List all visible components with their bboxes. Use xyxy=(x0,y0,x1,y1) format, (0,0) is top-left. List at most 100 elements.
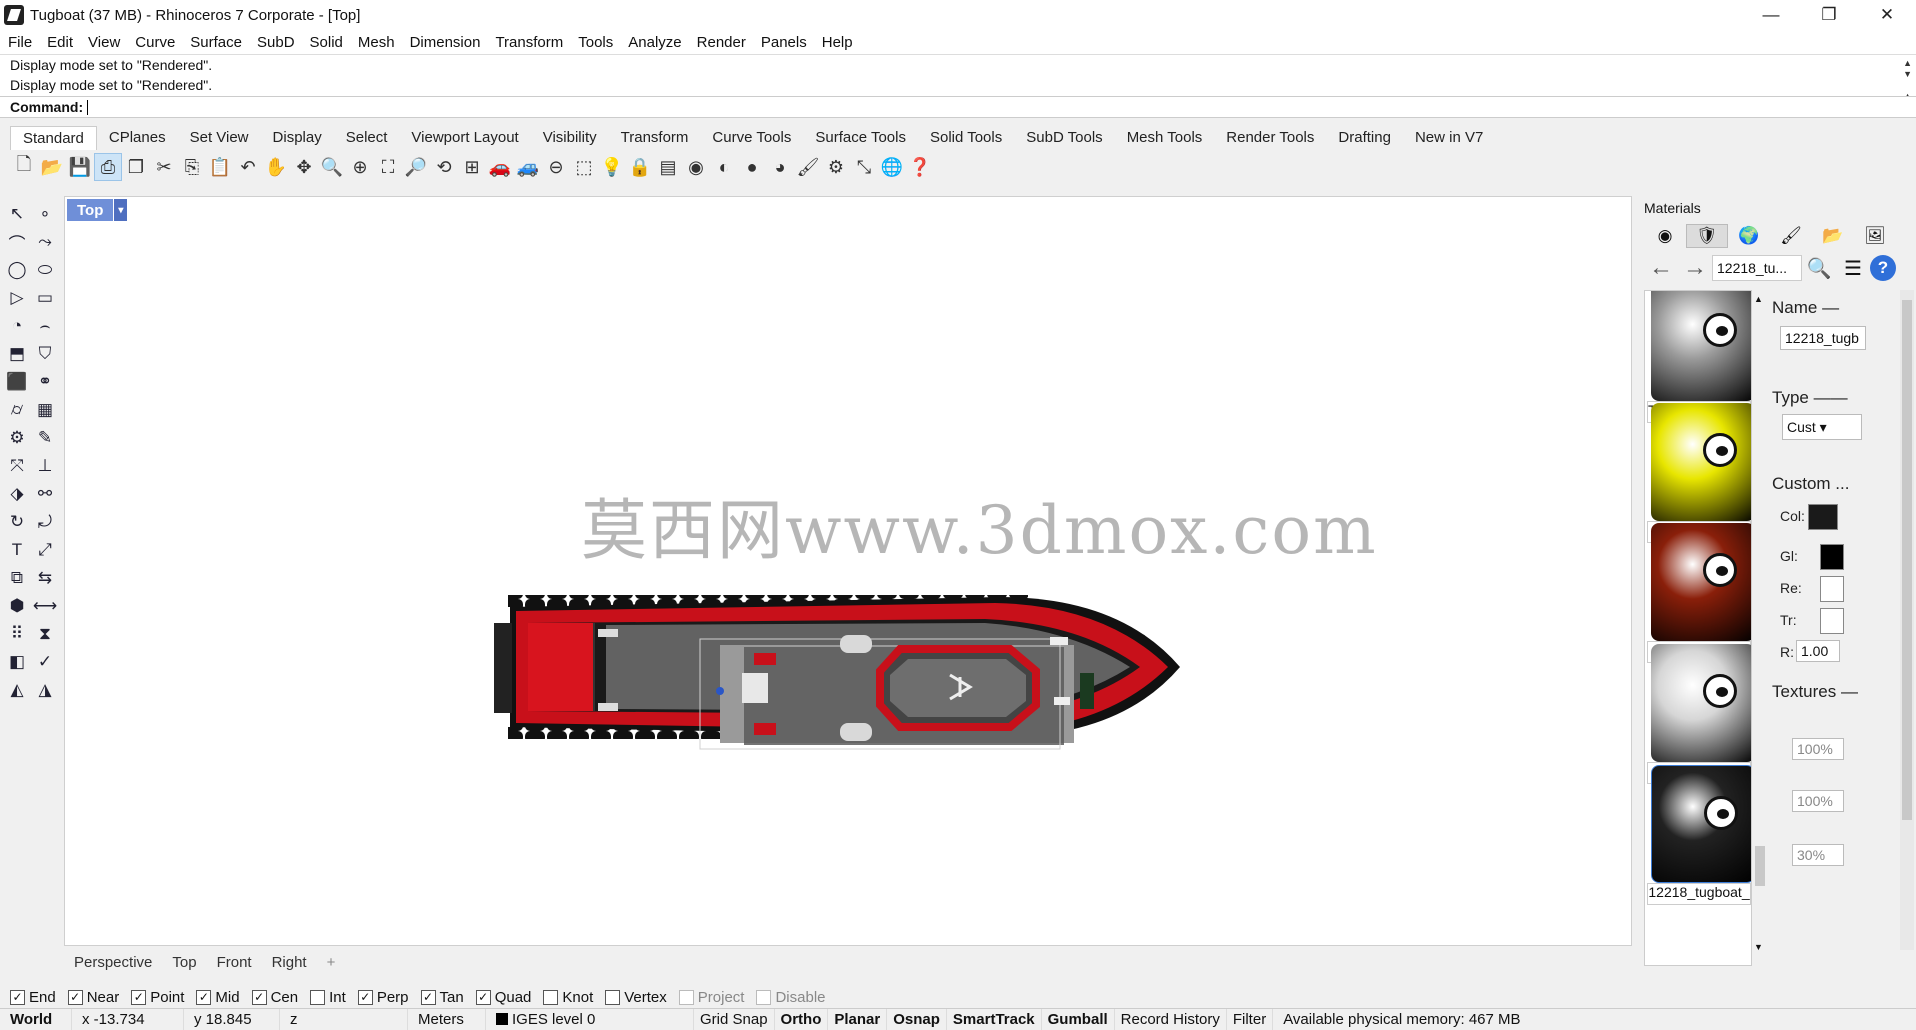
print-icon[interactable]: ⎙ xyxy=(94,153,122,181)
menu-file[interactable]: File xyxy=(8,34,32,51)
point-icon[interactable]: ∘ xyxy=(31,200,59,228)
circle-icon[interactable]: ◯ xyxy=(3,256,31,284)
toggle-grid-snap[interactable]: Grid Snap xyxy=(694,1008,775,1030)
zoom-window-icon[interactable]: ⊕ xyxy=(346,153,374,181)
libraries-tab-icon[interactable]: 📂 xyxy=(1812,224,1854,248)
tab-select[interactable]: Select xyxy=(334,126,400,150)
tab-standard[interactable]: Standard xyxy=(10,126,97,150)
environment-tab-icon[interactable]: 🌍 xyxy=(1728,224,1770,248)
tab-transform[interactable]: Transform xyxy=(609,126,701,150)
viewport-tab-front[interactable]: Front xyxy=(217,954,252,971)
forward-arrow-icon[interactable]: → xyxy=(1678,254,1712,282)
layer-indicator[interactable]: IGES level 0 xyxy=(486,1008,694,1030)
checkbox-icon[interactable] xyxy=(756,989,772,1005)
dimension-icon[interactable]: ⤡ xyxy=(850,153,878,181)
material-thumbnail[interactable]: 12218_tugboat_ xyxy=(1647,763,1751,908)
custom-section-header[interactable]: Custom ... xyxy=(1772,474,1849,494)
menu-transform[interactable]: Transform xyxy=(495,34,563,51)
menu-panels[interactable]: Panels xyxy=(761,34,807,51)
help-icon[interactable]: ❓ xyxy=(906,153,934,181)
analyze-icon[interactable]: ◧ xyxy=(3,648,31,676)
undo-view-icon[interactable]: ⟲ xyxy=(430,153,458,181)
scroll-down-icon[interactable]: ▼ xyxy=(1754,942,1763,952)
arc-icon[interactable]: ◔ xyxy=(3,312,31,340)
menu-icon[interactable]: ☰ xyxy=(1836,256,1870,281)
checkbox-icon[interactable]: ✓ xyxy=(10,989,25,1005)
lock-icon[interactable]: 🔒 xyxy=(626,153,654,181)
render-tool-icon[interactable]: ◭ xyxy=(3,676,31,704)
pan-icon[interactable]: ✋ xyxy=(262,153,290,181)
text-icon[interactable]: T xyxy=(3,536,31,564)
tab-visibility[interactable]: Visibility xyxy=(531,126,609,150)
material-sphere-icon[interactable]: ◕ xyxy=(766,153,794,181)
transparency-swatch[interactable] xyxy=(1820,608,1844,634)
viewport-title[interactable]: Top ▾ xyxy=(67,199,128,221)
command-line[interactable]: Command: xyxy=(0,96,1916,118)
osnap-tan[interactable]: ✓ Tan xyxy=(420,989,464,1006)
tab-curve-tools[interactable]: Curve Tools xyxy=(700,126,803,150)
cut-icon[interactable]: ✂ xyxy=(150,153,178,181)
menu-analyze[interactable]: Analyze xyxy=(628,34,681,51)
mirror-icon[interactable]: ⇆ xyxy=(31,564,59,592)
dimension-linear-icon[interactable]: ⟷ xyxy=(31,592,59,620)
render-settings-tab-icon[interactable]: ◉ xyxy=(1644,224,1686,248)
search-icon[interactable]: 🔍 xyxy=(1802,256,1836,281)
help-icon[interactable]: ? xyxy=(1870,255,1896,281)
box-icon[interactable]: ⬛ xyxy=(3,368,31,396)
undo-icon[interactable]: ↶ xyxy=(234,153,262,181)
render-window-tab-icon[interactable]: 🖼 xyxy=(1854,224,1896,248)
menu-dimension[interactable]: Dimension xyxy=(410,34,481,51)
minimize-button[interactable]: — xyxy=(1742,0,1800,30)
polyline-icon[interactable]: ⌒ xyxy=(3,228,31,256)
textures-section-header[interactable]: Textures — xyxy=(1772,682,1858,702)
pencil-icon[interactable]: ✎ xyxy=(31,424,59,452)
copy-to-clipboard-icon[interactable]: ❐ xyxy=(122,153,150,181)
toggle-gumball[interactable]: Gumball xyxy=(1042,1008,1115,1030)
checkbox-icon[interactable] xyxy=(543,989,559,1005)
checkbox-icon[interactable]: ✓ xyxy=(131,989,147,1005)
close-button[interactable]: ✕ xyxy=(1858,0,1916,30)
viewport-tab-top[interactable]: Top xyxy=(172,954,196,971)
globe-icon[interactable]: 🌐 xyxy=(878,153,906,181)
osnap-project[interactable]: Project xyxy=(678,989,744,1006)
orient-icon[interactable]: ⤾ xyxy=(31,508,59,536)
zoom-extents-icon[interactable]: ⛶ xyxy=(374,153,402,181)
tab-solid-tools[interactable]: Solid Tools xyxy=(918,126,1014,150)
rhino-app-icon[interactable] xyxy=(4,5,24,25)
tab-viewport-layout[interactable]: Viewport Layout xyxy=(399,126,530,150)
shade-icon[interactable]: ◐ xyxy=(710,153,738,181)
osnap-knot[interactable]: Knot xyxy=(543,989,593,1006)
history-icon[interactable]: ⧗ xyxy=(31,620,59,648)
materials-tab-icon[interactable]: 🛡 xyxy=(1686,224,1728,248)
osnap-perp[interactable]: ✓ Perp xyxy=(357,989,409,1006)
material-type-dropdown[interactable]: Cust ▾ xyxy=(1782,414,1862,440)
texture-amount-1[interactable]: 100% xyxy=(1792,738,1844,760)
reflection-swatch[interactable] xyxy=(1820,576,1844,602)
gear-tool-icon[interactable]: ⚙ xyxy=(3,424,31,452)
maximize-button[interactable]: ❐ xyxy=(1800,0,1858,30)
textures-tab-icon[interactable]: 🖌 xyxy=(1770,224,1812,248)
breadcrumb[interactable]: 12218_tu... xyxy=(1712,255,1802,281)
menu-render[interactable]: Render xyxy=(697,34,746,51)
checkbox-icon[interactable]: ✓ xyxy=(67,989,83,1005)
menu-mesh[interactable]: Mesh xyxy=(358,34,395,51)
toggle-osnap[interactable]: Osnap xyxy=(887,1008,947,1030)
tab-subd-tools[interactable]: SubD Tools xyxy=(1014,126,1114,150)
block-icon[interactable]: ⬢ xyxy=(3,592,31,620)
toggle-smarttrack[interactable]: SmartTrack xyxy=(947,1008,1042,1030)
loft-icon[interactable]: ⛉ xyxy=(31,340,59,368)
tab-set-view[interactable]: Set View xyxy=(178,126,261,150)
menu-curve[interactable]: Curve xyxy=(135,34,175,51)
units-indicator[interactable]: Meters xyxy=(408,1008,486,1030)
four-viewports-icon[interactable]: ⊞ xyxy=(458,153,486,181)
osnap-mid[interactable]: ✓ Mid xyxy=(196,989,240,1006)
osnap-near[interactable]: ✓ Near xyxy=(67,989,119,1006)
viewport-tab-right[interactable]: Right xyxy=(272,954,307,971)
toggle-filter[interactable]: Filter xyxy=(1227,1008,1274,1030)
array-icon[interactable]: ⧉ xyxy=(3,564,31,592)
mesh-icon[interactable]: ▦ xyxy=(31,396,59,424)
select-icon[interactable]: ⬚ xyxy=(570,153,598,181)
tab-surface-tools[interactable]: Surface Tools xyxy=(803,126,918,150)
material-list-scrollbar[interactable]: ▲ ▼ xyxy=(1752,290,1768,966)
select-arrow-icon[interactable]: ↖ xyxy=(3,200,31,228)
